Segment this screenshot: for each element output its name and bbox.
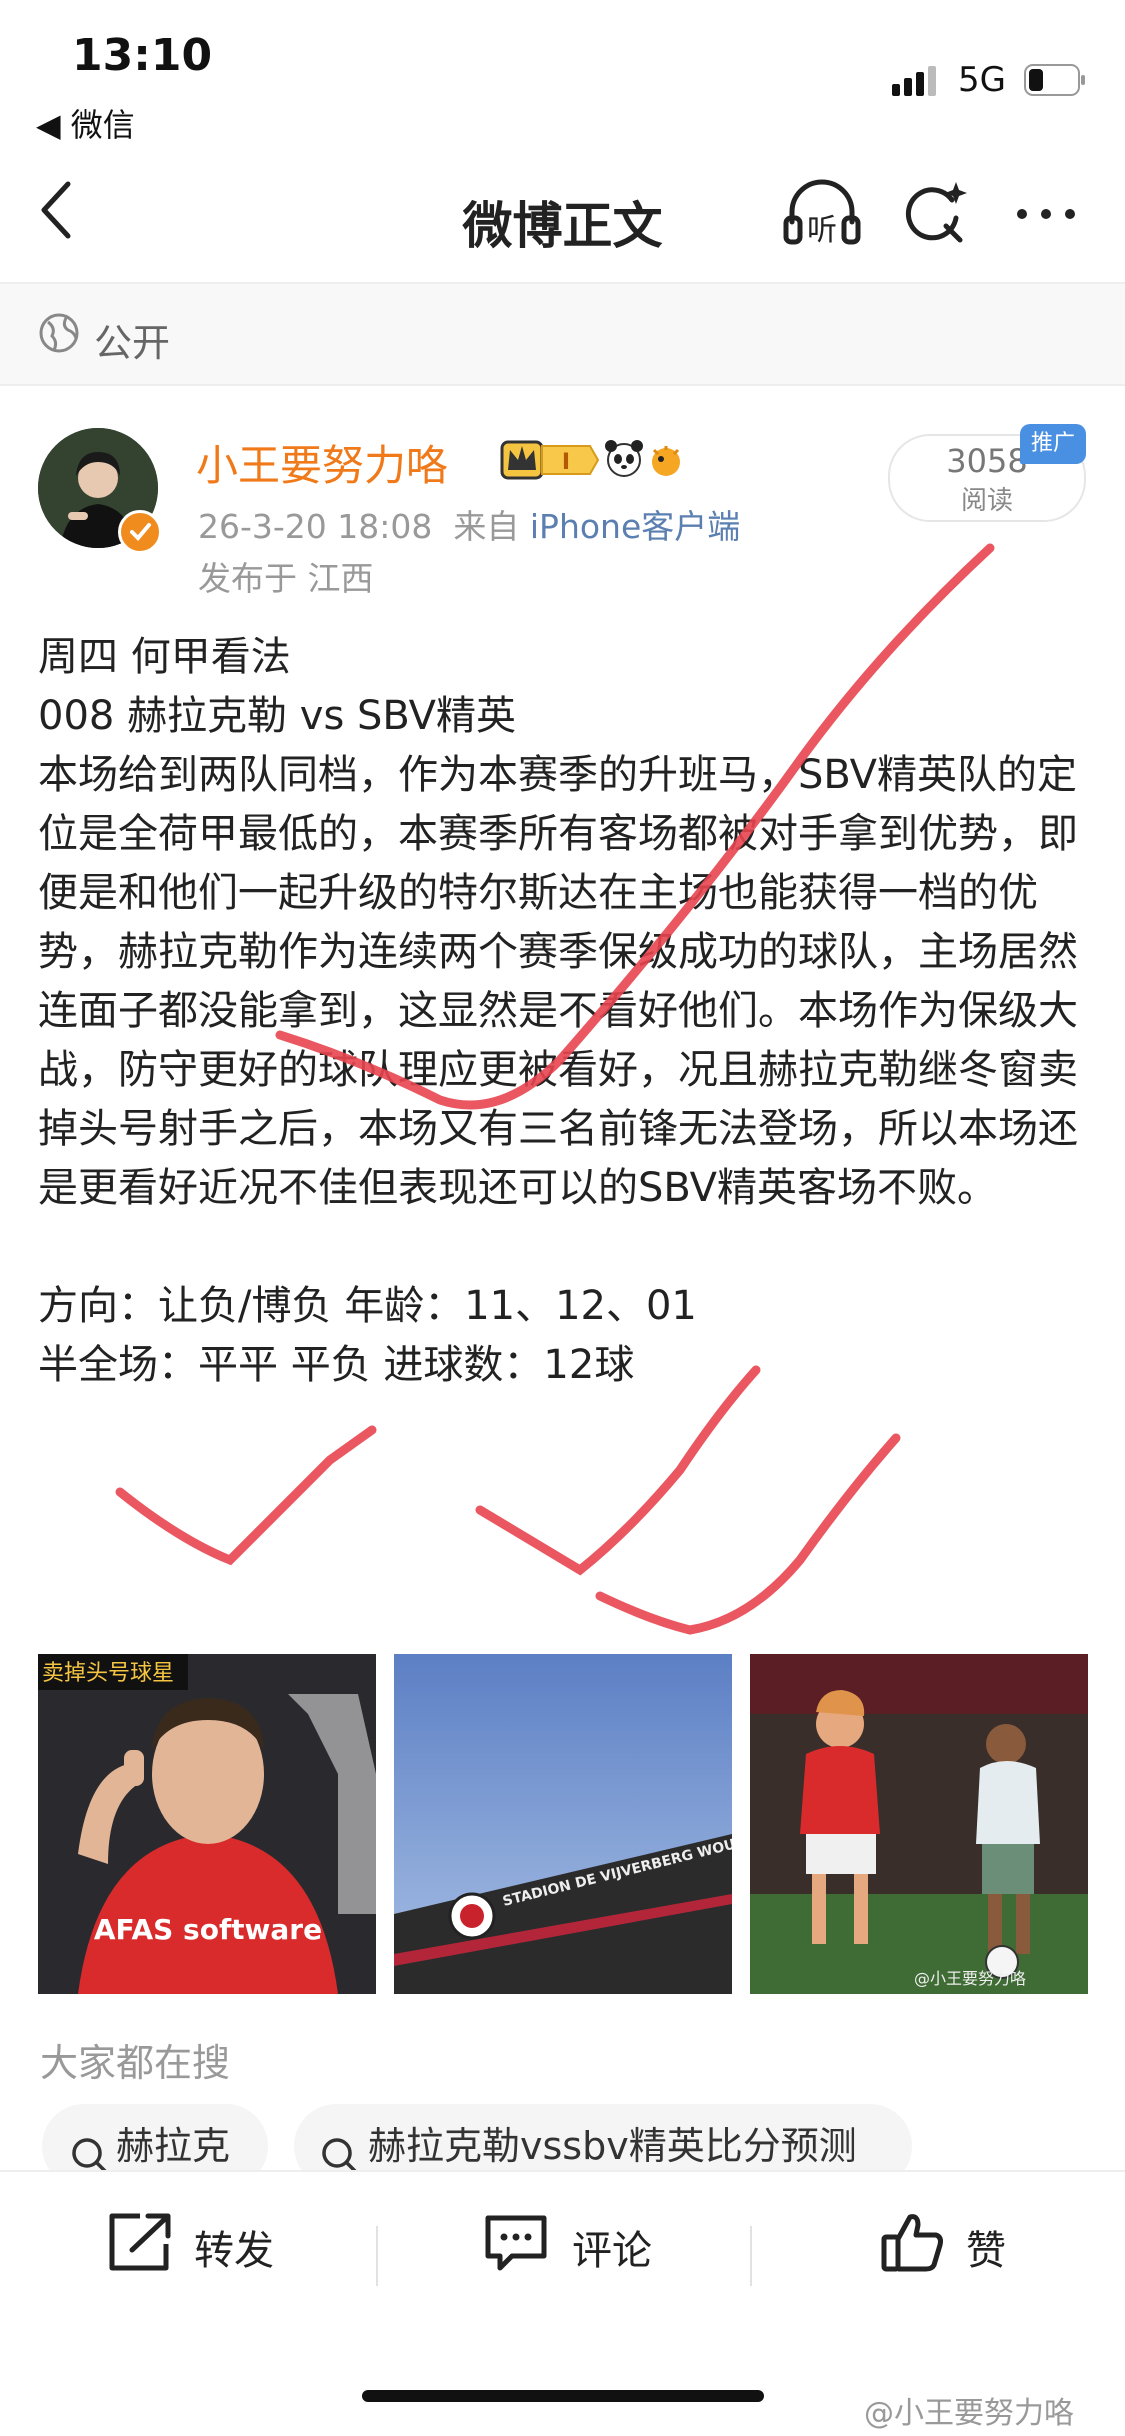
image-watermark: @小王要努力咯 <box>914 1969 1026 1988</box>
crown-badge-icon <box>500 440 544 480</box>
post-line: 半全场：平平 平负 进球数：12球 <box>38 1342 635 1388</box>
read-label: 阅读 <box>960 486 1013 516</box>
post-paragraph: 本场给到两队同档，作为本赛季的升班马，SBV精英队的定位是全荷甲最低的，本赛季所… <box>38 752 1078 1211</box>
post-line: 008 赫拉克勒 vs SBV精英 <box>38 693 516 739</box>
action-bar: 转发 评论 赞 <box>0 2172 1125 2332</box>
post-image-1[interactable]: 卖掉头号球星 AFAS software <box>38 1654 376 1994</box>
comment-label: 评论 <box>572 2228 652 2274</box>
divider <box>0 384 1125 386</box>
divider <box>376 2226 378 2286</box>
divider <box>750 2226 752 2286</box>
username[interactable]: 小王要努力咯 <box>196 432 448 493</box>
battery-icon <box>1024 64 1088 100</box>
user-badges[interactable]: I <box>498 432 688 492</box>
post-image-3[interactable]: @小王要努力咯 <box>750 1654 1088 1994</box>
level-badge-icon: I <box>541 445 600 475</box>
back-to-wechat-link[interactable]: ◀ 微信 <box>36 100 135 146</box>
post-images: 卖掉头号球星 AFAS software STADION DE VIJVERBE… <box>38 1654 1088 1994</box>
repost-button[interactable]: 转发 <box>104 2212 274 2282</box>
post-location: 发布于 江西 <box>198 559 374 598</box>
post-meta: 26-3-20 18:08 来自 iPhone客户端 <box>198 500 740 548</box>
network-type: 5G <box>958 60 1006 100</box>
pufferfish-icon <box>652 446 680 476</box>
visibility-label: 公开 <box>94 321 171 365</box>
listen-button[interactable]: 听 <box>780 178 864 254</box>
jersey-sponsor: AFAS software <box>94 1913 322 1946</box>
promote-tag[interactable]: 推广 <box>1020 424 1086 464</box>
trending-label: 大家都在搜 <box>40 2041 231 2085</box>
post-body: 周四 何甲看法 008 赫拉克勒 vs SBV精英 本场给到两队同档，作为本赛季… <box>38 628 1088 1395</box>
verified-badge-icon <box>118 510 162 554</box>
panda-icon <box>605 440 643 477</box>
signal-icon <box>892 64 944 100</box>
globe-icon <box>38 312 80 358</box>
image-caption: 卖掉头号球星 <box>42 1661 174 1686</box>
post-line: 周四 何甲看法 <box>38 634 291 680</box>
status-time: 13:10 <box>72 30 213 81</box>
weibo-watermark: @小王要努力咯 <box>864 2396 1074 2431</box>
search-icon[interactable] <box>898 178 970 254</box>
more-options-icon[interactable] <box>1010 178 1082 254</box>
post-image-2[interactable]: STADION DE VIJVERBERG WOUDESTEIN <box>394 1654 732 1994</box>
thumbs-up-icon <box>880 2209 946 2285</box>
comment-button[interactable]: 评论 <box>482 2212 652 2282</box>
post-spacer <box>38 1218 1088 1277</box>
home-indicator <box>362 2390 764 2402</box>
repost-icon <box>104 2210 176 2284</box>
listen-label: 听 <box>807 213 837 248</box>
source-prefix: 来自 <box>453 507 520 546</box>
like-button[interactable]: 赞 <box>880 2212 1006 2282</box>
post-timestamp: 26-3-20 18:08 <box>198 507 433 546</box>
post-line: 方向：让负/博负 年龄：11、12、01 <box>38 1283 697 1329</box>
svg-text:I: I <box>562 450 570 475</box>
like-label: 赞 <box>966 2228 1006 2274</box>
comment-icon <box>482 2210 550 2284</box>
repost-label: 转发 <box>194 2228 274 2274</box>
post-source-link[interactable]: iPhone客户端 <box>530 507 740 546</box>
